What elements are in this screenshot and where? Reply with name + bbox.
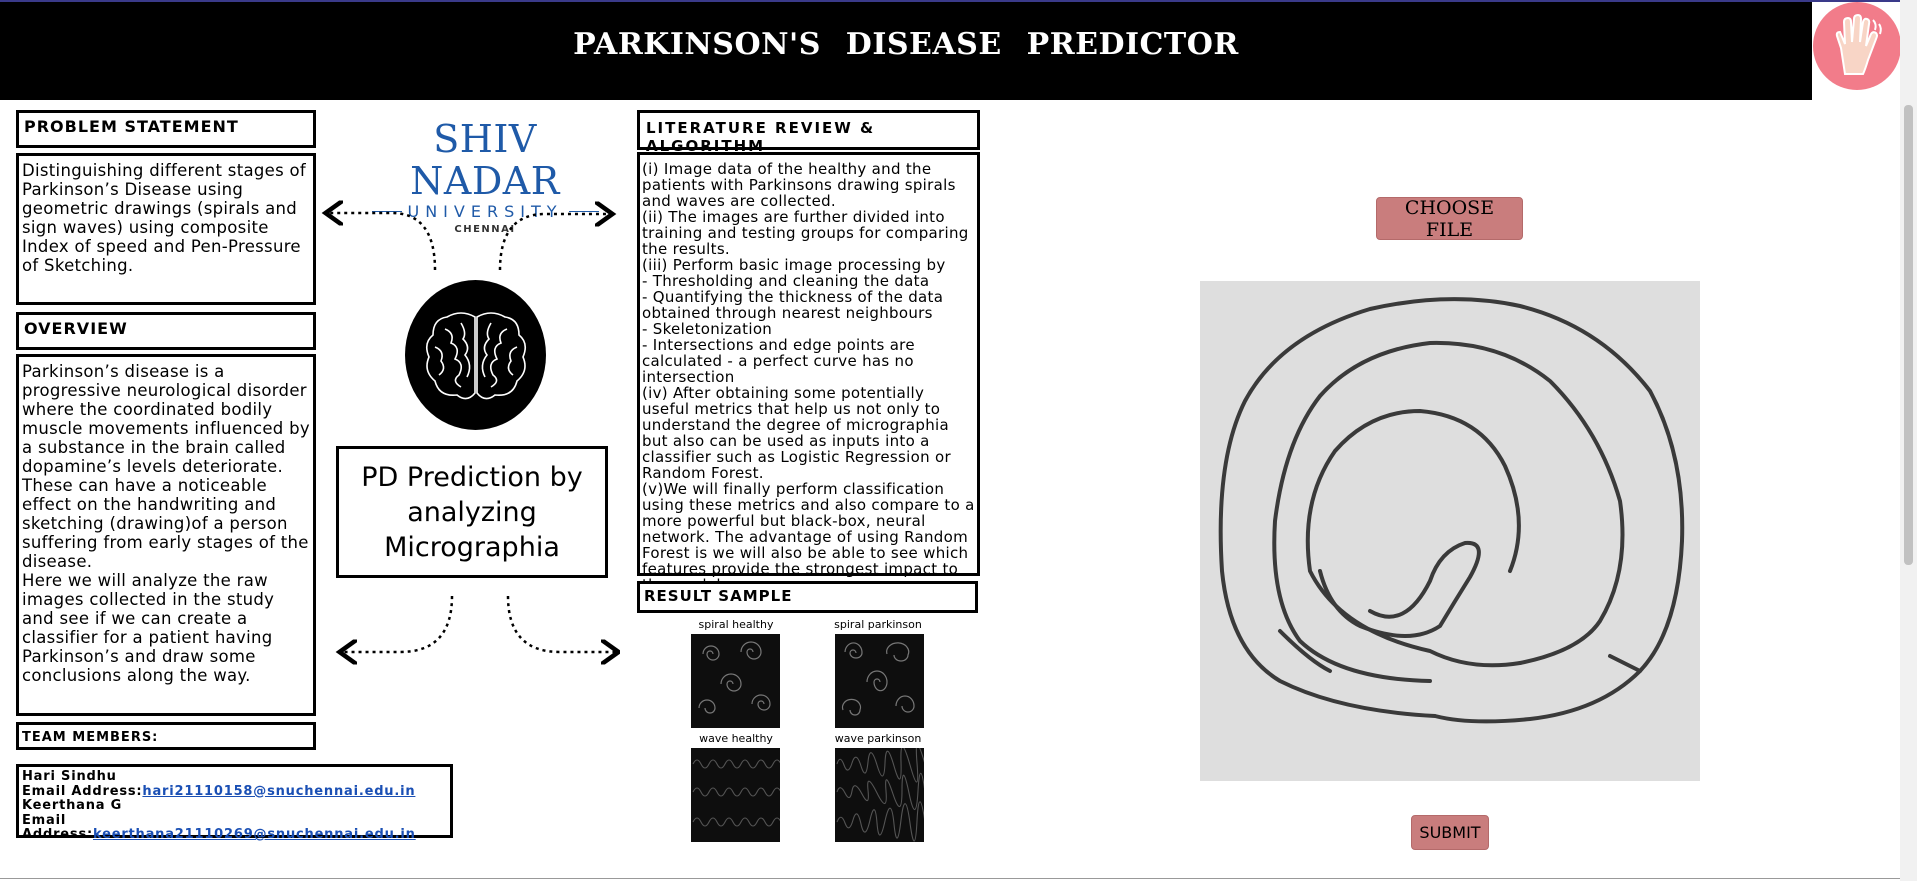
spiral-healthy-image [691,634,780,728]
problem-statement-box: Distinguishing different stages of Parki… [16,153,316,305]
spiral-parkinson-image [835,634,924,728]
bottom-divider [0,878,1900,879]
member-name: Keerthana G [22,798,123,813]
arrow-right-top [498,214,610,271]
overview-text: Parkinson’s disease is a progressive neu… [22,362,310,685]
member-name: Hari Sindhu [22,769,117,784]
wave-parkinson-image [835,744,926,842]
brain-icon [405,280,546,430]
arrow-left-top [328,213,437,271]
email-label: Email Address: [22,812,93,842]
problem-statement-text: Distinguishing different stages of Parki… [22,161,307,275]
literature-box: (i) Image data of the healthy and the pa… [637,152,980,593]
choose-file-button[interactable]: CHOOSE FILE [1376,197,1523,241]
team-header: TEAM MEMBERS: [16,722,316,750]
arrow-left-bottom [342,595,454,652]
team-title: TEAM MEMBERS: [22,730,159,745]
page-title: PARKINSON'S DISEASE PREDICTOR [573,26,1239,62]
submit-button[interactable]: SUBMIT [1411,815,1489,850]
arrow-right-bottom [506,595,616,652]
team-box: Hari Sindhu Email Address:hari21110158@s… [16,764,453,842]
thumb-label: spiral healthy [698,618,774,631]
email-link[interactable]: hari21110158@snuchennai.edu.in [142,784,415,799]
thumb-label: wave healthy [699,732,773,745]
mind-map-arrows [320,200,620,680]
overview-box: Parkinson’s disease is a progressive neu… [16,354,316,716]
email-link[interactable]: keerthana21110269@snuchennai.edu.in [93,827,416,842]
literature-text: (i) Image data of the healthy and the pa… [642,160,975,593]
team-list: Hari Sindhu Email Address:hari21110158@s… [19,767,450,846]
member-email-row: Email Address:keerthana21110269@snuchenn… [22,812,447,843]
literature-header: LITERATURE REVIEW & ALGORITHM [637,110,980,155]
overview-title: OVERVIEW [24,319,128,338]
header-bar: PARKINSON'S DISEASE PREDICTOR [0,2,1812,100]
wave-healthy-image [691,748,782,842]
hand-logo-icon [1813,2,1901,90]
thumb-label: spiral parkinson [834,618,922,631]
result-sample-title: RESULT SAMPLE [644,587,793,605]
pd-prediction-title: PD Prediction by analyzing Micrographia [361,461,583,563]
result-sample-header: RESULT SAMPLE [637,581,978,613]
pd-prediction-box: PD Prediction by analyzing Micrographia [336,446,608,578]
university-name: SHIV NADAR [410,117,560,203]
scrollbar-thumb[interactable] [1904,105,1913,565]
problem-statement-title: PROBLEM STATEMENT [24,117,239,136]
uploaded-drawing-image [1200,281,1700,781]
problem-statement-header: PROBLEM STATEMENT [16,110,316,148]
overview-header: OVERVIEW [16,312,316,350]
email-label: Email Address: [22,783,143,799]
thumb-label: wave parkinson [834,732,922,745]
member-email-row: Email Address:hari21110158@snuchennai.ed… [22,783,447,800]
